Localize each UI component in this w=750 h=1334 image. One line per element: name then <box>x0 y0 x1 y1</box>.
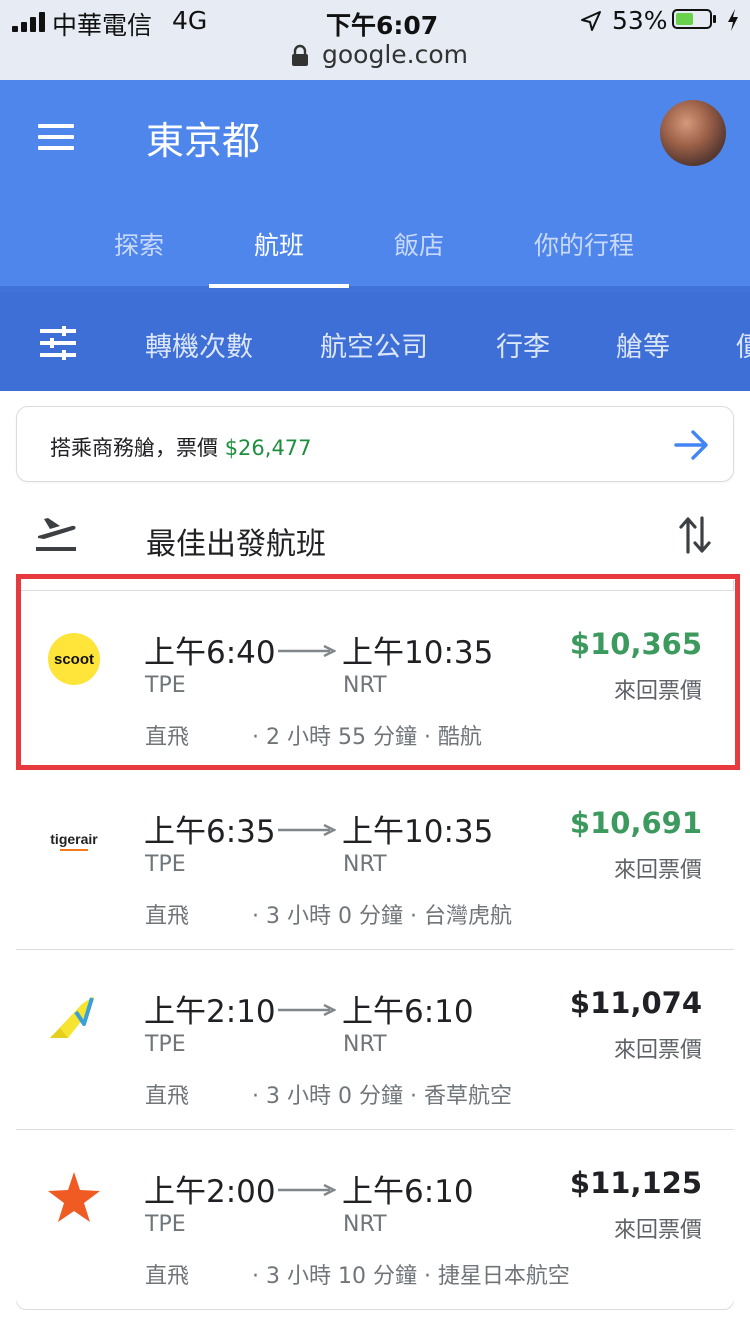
price-label: 來回票價 <box>613 1038 702 1063</box>
flight-card[interactable]: tigerair 上午6:35 上午10:35 TPE NRT 直飛 · 3 小… <box>16 770 734 950</box>
arrival-time: 上午6:10 <box>342 1174 474 1210</box>
location-arrow-icon <box>581 11 601 31</box>
arrow-right-icon[interactable] <box>674 428 710 462</box>
departure-time: 上午2:10 <box>144 994 276 1030</box>
price: $11,125 <box>569 1166 702 1200</box>
filter-cabin-class[interactable]: 艙等 <box>616 325 670 364</box>
departure-airport: TPE <box>145 852 186 877</box>
business-class-label: 搭乘商務艙，票價 <box>50 436 225 460</box>
arrival-airport: NRT <box>343 1032 387 1057</box>
price: $10,691 <box>569 806 702 840</box>
vanilla-air-logo <box>50 996 94 1038</box>
active-tab-indicator <box>209 284 349 288</box>
charging-bolt-icon <box>728 9 738 31</box>
app-header <box>0 80 750 290</box>
flight-card[interactable]: 上午2:10 上午6:10 TPE NRT 直飛 · 3 小時 0 分鐘 · 香… <box>16 950 734 1130</box>
network-type: 4G <box>172 6 208 35</box>
page-title: 東京都 <box>146 119 261 163</box>
signal-strength-icon <box>12 12 48 32</box>
business-class-price: $26,477 <box>224 436 312 460</box>
arrival-airport: NRT <box>343 852 387 877</box>
tab-hotels[interactable]: 飯店 <box>394 226 444 262</box>
jetstar-logo <box>48 1172 100 1222</box>
price: $11,074 <box>569 986 702 1020</box>
duration-airline: · 3 小時 0 分鐘 · 香草航空 <box>252 1084 512 1109</box>
carrier-name: 中華電信 <box>52 11 153 40</box>
battery-icon <box>672 9 712 29</box>
duration-airline: · 3 小時 0 分鐘 · 台灣虎航 <box>252 904 512 929</box>
price-label: 來回票價 <box>613 1218 702 1243</box>
departure-airport: TPE <box>145 1032 186 1057</box>
filter-price[interactable]: 價 <box>736 325 750 364</box>
battery-level <box>676 13 693 25</box>
arrow-long-icon <box>278 824 336 836</box>
lock-icon <box>292 44 308 66</box>
arrow-long-icon <box>278 1004 336 1016</box>
highlight-box <box>16 574 740 770</box>
arrival-time: 上午10:35 <box>342 814 494 850</box>
filter-bags[interactable]: 行李 <box>496 325 550 364</box>
battery-cap <box>713 15 716 23</box>
filter-airlines[interactable]: 航空公司 <box>320 325 428 364</box>
stops: 直飛 <box>145 904 190 929</box>
stops: 直飛 <box>145 1084 190 1109</box>
duration-airline: · 3 小時 10 分鐘 · 捷星日本航空 <box>252 1264 570 1289</box>
avatar[interactable] <box>660 100 726 166</box>
flight-card[interactable]: 上午2:00 上午6:10 TPE NRT 直飛 · 3 小時 10 分鐘 · … <box>16 1130 734 1308</box>
tab-explore[interactable]: 探索 <box>114 226 164 262</box>
sort-icon[interactable] <box>678 514 712 556</box>
battery-percent: 53% <box>612 6 668 35</box>
filter-sliders-icon[interactable] <box>40 326 76 360</box>
filter-stops[interactable]: 轉機次數 <box>145 325 253 364</box>
tab-flights[interactable]: 航班 <box>254 226 304 262</box>
departure-airport: TPE <box>145 1212 186 1237</box>
departure-time: 上午6:35 <box>144 814 276 850</box>
flight-takeoff-icon <box>36 518 76 551</box>
stops: 直飛 <box>145 1264 190 1289</box>
departure-time: 上午2:00 <box>144 1174 276 1210</box>
tigerair-logo: tigerair <box>50 831 98 851</box>
price-label: 來回票價 <box>613 858 702 883</box>
arrow-long-icon <box>278 1184 336 1196</box>
arrival-airport: NRT <box>343 1212 387 1237</box>
clock-time: 下午6:07 <box>326 11 439 40</box>
arrival-time: 上午6:10 <box>342 994 474 1030</box>
menu-icon[interactable] <box>38 124 74 150</box>
url-text[interactable]: google.com <box>322 40 468 69</box>
business-class-text: 搭乘商務艙，票價 $26,477 <box>50 432 312 462</box>
tab-your-trips[interactable]: 你的行程 <box>534 226 634 262</box>
section-title: 最佳出發航班 <box>146 527 326 562</box>
svg-text:tigerair: tigerair <box>50 831 98 847</box>
